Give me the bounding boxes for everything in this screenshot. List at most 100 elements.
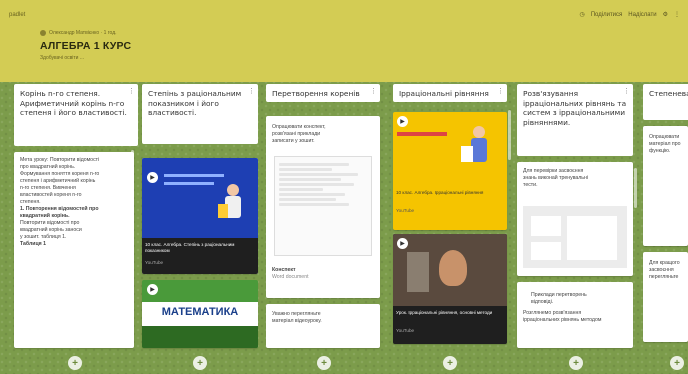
document-preview[interactable] (274, 156, 372, 256)
video-caption: 10 клас. Алгебра. Ірраціональні рівняння (396, 190, 484, 195)
video-source: YouTube (396, 208, 415, 213)
more-menu-icon[interactable]: ⋮ (674, 11, 680, 18)
text-card[interactable]: Для кращого засвоєння перегляньте (643, 252, 688, 342)
column-header[interactable]: Розв'язування ірраціональних рівнянь та … (517, 84, 633, 156)
column-menu-icon[interactable]: ⋮ (128, 87, 135, 97)
column-header[interactable]: Степінь з раціональним показником і його… (142, 84, 258, 144)
presenter-face (439, 250, 467, 286)
column-scrollbar[interactable] (131, 150, 134, 190)
card-line: у зошит. таблиця 1. (20, 234, 67, 240)
card-line: матеріал про (649, 141, 681, 147)
document-card[interactable]: Опрацювати конспект, розв'язані приклади… (266, 116, 380, 298)
text-card[interactable]: Уважно перегляньте матеріал відеоуроку. (266, 304, 380, 348)
breadcrumb: Олександр Матвієнко · 1 год. (40, 30, 117, 36)
play-icon[interactable]: ▶ (397, 116, 408, 127)
clock-icon[interactable]: ◷ (579, 11, 584, 18)
settings-icon[interactable]: ⚙ (663, 11, 668, 18)
card-line: Для перевірки засвоєння (523, 168, 584, 174)
column-scrollbar[interactable] (634, 168, 637, 208)
app-brand[interactable]: padlet (9, 12, 25, 18)
video-caption: Урок. Ірраціональні рівняння, основні ме… (396, 310, 493, 315)
share-button[interactable]: Поділитися (591, 12, 623, 18)
column-header[interactable]: Перетворення коренів ⋮ (266, 84, 380, 102)
card-line: Для кращого (649, 260, 680, 266)
text-card[interactable]: Приклади перетворень відповіді. Розгляне… (517, 282, 633, 348)
play-icon[interactable]: ▶ (147, 284, 158, 295)
column-menu-icon[interactable]: ⋮ (370, 87, 377, 97)
column-title: Перетворення коренів (272, 89, 360, 98)
book-card[interactable]: ▶ МАТЕМАТИКА (142, 280, 258, 348)
column-title: Корінь n-го степеня. Арифметичний корінь… (20, 89, 127, 118)
attachment-title: Конспект (272, 267, 296, 273)
play-icon[interactable]: ▶ (397, 238, 408, 249)
video-source: YouTube (145, 260, 164, 265)
card-line: Таблиця 1 (20, 241, 47, 247)
test-preview[interactable] (523, 206, 627, 268)
video-card[interactable]: ▶ 10 клас. Алгебра. Степінь з раціональн… (142, 158, 258, 274)
avatar (40, 30, 46, 36)
teacher-illustration (461, 126, 487, 162)
add-post-button[interactable]: + (569, 356, 583, 370)
card-line: Приклади перетворень (531, 292, 587, 298)
card-line: тести. (523, 182, 538, 188)
video-card[interactable]: ▶ Урок. Ірраціональні рівняння, основні … (393, 234, 507, 344)
column-header[interactable]: Ірраціональні рівняння ⋮ (393, 84, 507, 102)
video-card[interactable]: ▶ 10 клас. Алгебра. Ірраціональні рівнян… (393, 112, 507, 230)
column-title: Степенева функція (649, 89, 688, 98)
card-line: Опрацювати конспект, (272, 124, 326, 130)
board-header: padlet ◷ Поділитися Надіслати ⚙ ⋮ Олекса… (0, 0, 688, 82)
card-line: записати у зошит. (272, 138, 315, 144)
card-line: властивостей кореня n-го (20, 192, 82, 198)
card-line: знань виконай тренувальні (523, 175, 589, 181)
text-card[interactable]: Опрацювати матеріал про функцію. (643, 126, 688, 246)
add-post-button[interactable]: + (317, 356, 331, 370)
video-source: YouTube (396, 328, 415, 333)
card-line: степеня і арифметичний корінь (20, 178, 96, 184)
column-menu-icon[interactable]: ⋮ (623, 87, 630, 97)
send-button[interactable]: Надіслати (628, 12, 656, 18)
card-line: Розглянемо розв'язання (523, 310, 582, 316)
add-post-button[interactable]: + (193, 356, 207, 370)
book-title: МАТЕМАТИКА (161, 306, 239, 318)
video-caption: 10 клас. Алгебра. Степінь з раціональним… (145, 242, 235, 253)
column-scrollbar[interactable] (508, 110, 511, 160)
column-title: Степінь з раціональним показником і його… (148, 89, 242, 118)
author-line: Олександр Матвієнко · 1 год. (49, 30, 117, 36)
card-line: розв'язані приклади (272, 131, 321, 137)
video-thumbnail[interactable]: ▶ (142, 158, 258, 238)
column-header[interactable]: Корінь n-го степеня. Арифметичний корінь… (14, 84, 138, 146)
add-post-button[interactable]: + (443, 356, 457, 370)
card-line: n-го степеня. Вивчення (20, 185, 76, 191)
column-title: Розв'язування ірраціональних рівнянь та … (523, 89, 627, 127)
play-icon[interactable]: ▶ (147, 172, 158, 183)
card-line: функцію. (649, 148, 671, 154)
header-actions: ◷ Поділитися Надіслати ⚙ ⋮ (579, 11, 680, 19)
page-title: АЛГЕБРА 1 КУРС (40, 40, 132, 52)
card-line: матеріал відеоуроку. (272, 318, 322, 324)
column-header[interactable]: Степенева функція (643, 84, 688, 120)
card-line: 1. Повторення відомостей про (20, 206, 99, 212)
card-line: степеня. (20, 199, 41, 205)
add-post-button[interactable]: + (670, 356, 684, 370)
column-title: Ірраціональні рівняння (399, 89, 489, 98)
text-card[interactable]: Мета уроку: Повторити відомості про квад… (14, 152, 134, 348)
card-line: Уважно перегляньте (272, 311, 321, 317)
card-line: Мета уроку: Повторити відомості (20, 157, 100, 163)
test-card[interactable]: Для перевірки засвоєння знань виконай тр… (517, 162, 633, 276)
column-menu-icon[interactable]: ⋮ (248, 87, 255, 97)
video-thumbnail[interactable]: ▶ (393, 234, 507, 306)
card-line: Формування поняття кореня n-го (20, 171, 100, 177)
teacher-illustration (218, 184, 241, 218)
card-line: Опрацювати (649, 134, 680, 140)
add-post-button[interactable]: + (68, 356, 82, 370)
card-line: перегляньте (649, 274, 679, 280)
card-line: квадратний корінь заноси (20, 227, 82, 233)
column-menu-icon[interactable]: ⋮ (497, 87, 504, 97)
card-line: про квадратний корінь. (20, 164, 76, 170)
card-line: засвоєння (649, 267, 674, 273)
card-line: квадратний корінь. (20, 213, 70, 219)
attachment-type: Word document (272, 274, 309, 280)
card-line: Повторити відомості про (20, 220, 80, 226)
card-line: відповіді. (531, 299, 554, 305)
card-line: ірраціональних рівнянь методом (523, 317, 602, 323)
